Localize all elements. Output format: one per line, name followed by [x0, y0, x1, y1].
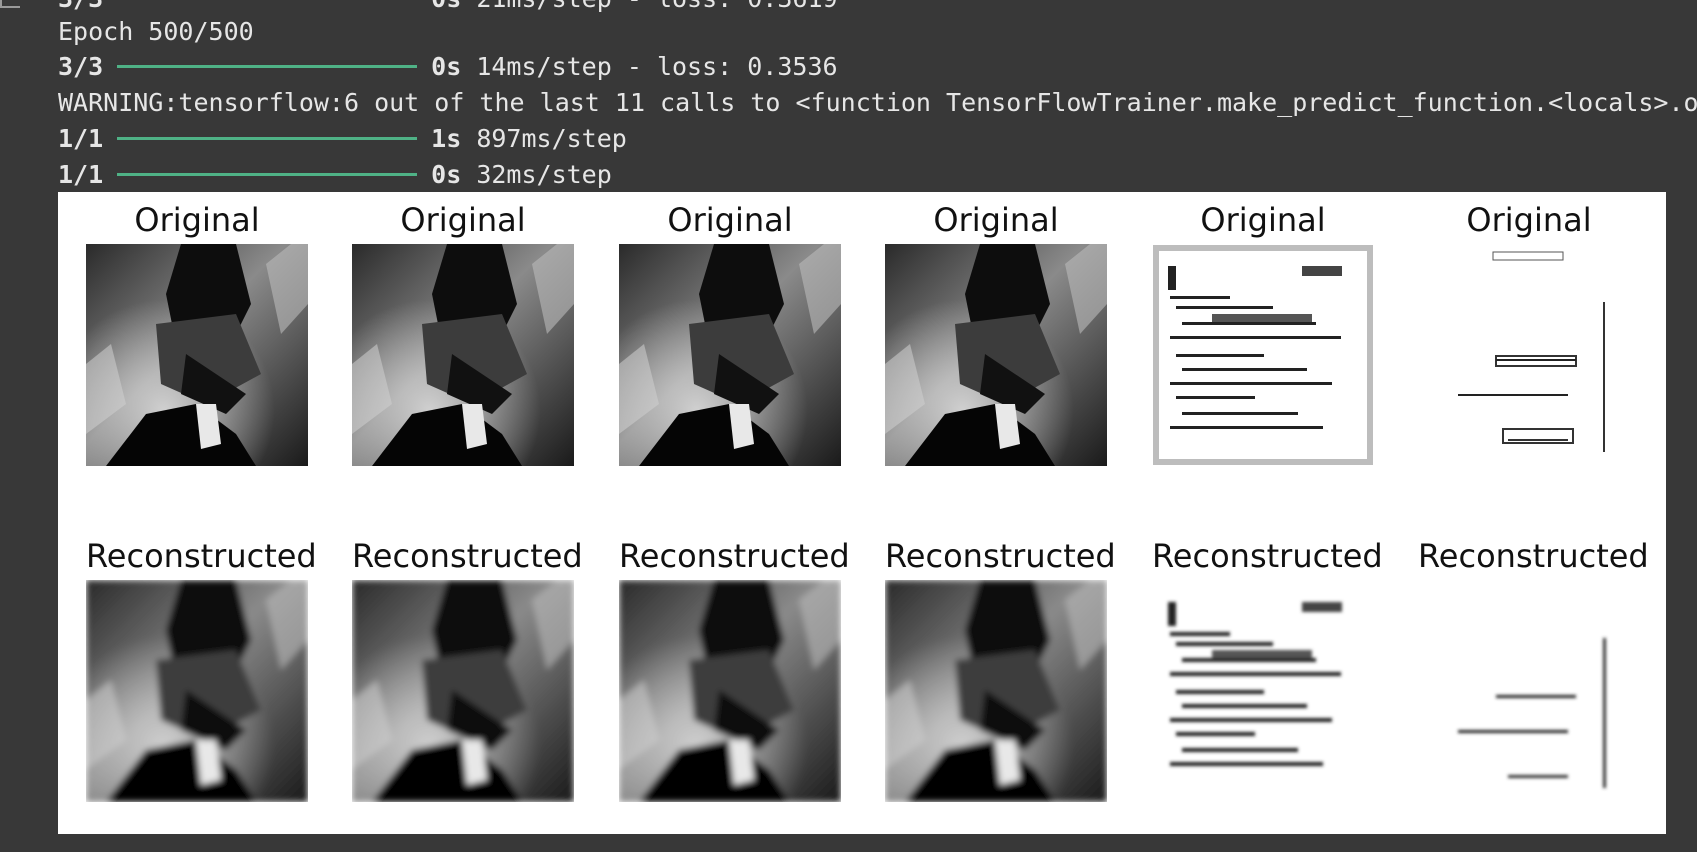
reconstructed-diagram-image: [1418, 580, 1640, 802]
output-line-cut: 3/30s 21ms/step - loss: 0.3619: [58, 0, 838, 16]
progress-bar: [117, 172, 418, 176]
original-anime-image: [86, 244, 308, 466]
reconstructed-anime-image: [619, 580, 841, 802]
reconstructed-panel: Reconstructed: [619, 532, 850, 802]
panel-caption: Reconstructed: [86, 537, 317, 575]
panel-caption: Original: [933, 201, 1059, 239]
panel-caption: Reconstructed: [619, 537, 850, 575]
reconstructed-document-image: [1152, 580, 1374, 802]
reconstructed-anime-image: [352, 580, 574, 802]
progress-bar: [117, 136, 418, 140]
panel-caption: Original: [667, 201, 793, 239]
panel-caption: Original: [1200, 201, 1326, 239]
original-panel: Original: [352, 196, 574, 466]
original-anime-image: [619, 244, 841, 466]
reconstructed-anime-image: [885, 580, 1107, 802]
reconstructed-panel: Reconstructed: [1152, 532, 1383, 802]
original-diagram-image: [1418, 244, 1640, 466]
panel-caption: Reconstructed: [1418, 537, 1649, 575]
reconstructed-panel: Reconstructed: [352, 532, 583, 802]
original-document-image: [1152, 244, 1374, 466]
panel-caption: Reconstructed: [885, 537, 1116, 575]
output-figure: Original Reconstructed Original Reconstr…: [58, 192, 1666, 834]
original-anime-image: [885, 244, 1107, 466]
panel-caption: Original: [1466, 201, 1592, 239]
panel-caption: Original: [134, 201, 260, 239]
original-panel: Original: [619, 196, 841, 466]
predict-progress-line: 1/1 1s 897ms/step: [58, 124, 627, 153]
original-panel: Original: [86, 196, 308, 466]
original-panel: Original: [1152, 196, 1374, 466]
epoch-line: Epoch 500/500: [58, 17, 254, 46]
panel-caption: Original: [400, 201, 526, 239]
train-progress-line: 3/3 0s 14ms/step - loss: 0.3536: [58, 52, 838, 81]
original-anime-image: [352, 244, 574, 466]
reconstructed-panel: Reconstructed: [885, 532, 1116, 802]
original-panel: Original: [885, 196, 1107, 466]
predict-progress-line: 1/1 0s 32ms/step: [58, 160, 612, 189]
reconstructed-panel: Reconstructed: [86, 532, 317, 802]
cell-gutter-icon: [0, 0, 20, 8]
reconstructed-anime-image: [86, 580, 308, 802]
warning-line: WARNING:tensorflow:6 out of the last 11 …: [58, 88, 1697, 117]
progress-bar: [117, 64, 418, 68]
panel-caption: Reconstructed: [1152, 537, 1383, 575]
reconstructed-panel: Reconstructed: [1418, 532, 1649, 802]
original-panel: Original: [1418, 196, 1640, 466]
panel-caption: Reconstructed: [352, 537, 583, 575]
